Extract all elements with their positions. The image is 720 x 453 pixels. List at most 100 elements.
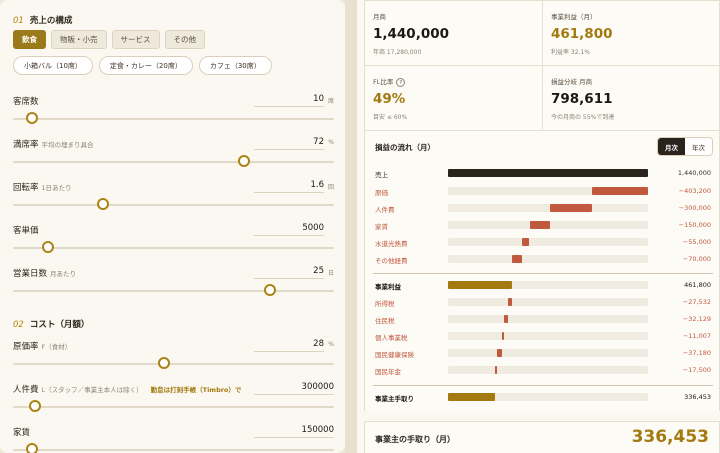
- fill-rate-input[interactable]: 72: [254, 137, 324, 150]
- waterfall-value: −11,007: [682, 332, 711, 340]
- waterfall-value: 1,440,000: [677, 169, 711, 177]
- waterfall-label: 売上: [375, 171, 388, 179]
- waterfall-value: −37,180: [682, 349, 711, 357]
- waterfall-value: −403,200: [678, 187, 711, 195]
- panel-divider[interactable]: [345, 0, 357, 453]
- waterfall-label: 国民健康保険: [375, 351, 414, 359]
- waterfall-bar: [497, 349, 503, 357]
- field-fill-rate: 満席率 平均の埋まり具合 72 %: [13, 137, 334, 178]
- waterfall-track: [448, 187, 648, 195]
- field-turnover: 回転率 1日あたり 1.6 回: [13, 180, 334, 221]
- preset-small-bar[interactable]: 小箱バル（10席）: [13, 56, 93, 75]
- section-title-cost: 02 コスト（月額）: [13, 320, 90, 330]
- preset-set-meal[interactable]: 定食・カレー（20席）: [98, 56, 193, 75]
- labor-cost-slider-handle[interactable]: [29, 400, 42, 412]
- waterfall-label: 個人事業税: [375, 334, 408, 342]
- waterfall-row: 家賃 −150,000: [365, 217, 720, 234]
- waterfall-bar: [448, 281, 513, 289]
- toggle-yearly[interactable]: 年次: [685, 138, 712, 155]
- waterfall-label: 家賃: [375, 223, 388, 231]
- owner-takehome-value: 336,453: [631, 427, 709, 447]
- business-days-slider-track[interactable]: [13, 290, 334, 292]
- waterfall-bar: [521, 238, 530, 246]
- cogs-rate-slider-handle[interactable]: [157, 357, 170, 369]
- waterfall-row: 国民健康保険 −37,180: [365, 345, 720, 362]
- waterfall-track: [448, 255, 648, 263]
- unit-price-slider-track[interactable]: [13, 247, 334, 249]
- waterfall-row: 国民年金 −17,500: [365, 362, 720, 379]
- seats-slider-handle[interactable]: [26, 112, 39, 124]
- fill-rate-slider-track[interactable]: [13, 161, 334, 163]
- waterfall-bar: [508, 298, 513, 306]
- input-panel: 01 売上の構成 飲食 物販・小売 サービス その他 小箱バル（10席） 定食・カ…: [0, 0, 345, 453]
- waterfall-row: その他経費 −70,000: [365, 251, 720, 268]
- waterfall-label: 住民税: [375, 317, 395, 325]
- tab-food[interactable]: 飲食: [13, 30, 46, 49]
- waterfall-row: 水道光熱費 −55,000: [365, 234, 720, 251]
- waterfall-label: 水道光熱費: [375, 240, 408, 248]
- turnover-slider-handle[interactable]: [96, 198, 109, 210]
- rent-input[interactable]: 150000: [254, 425, 334, 438]
- business-days-input[interactable]: 25: [254, 266, 324, 279]
- waterfall-value: −32,129: [682, 315, 711, 323]
- preset-cafe[interactable]: カフェ（30席）: [198, 56, 272, 75]
- waterfall-value: −17,500: [682, 366, 711, 374]
- cogs-rate-input[interactable]: 28: [254, 339, 324, 352]
- waterfall-label: 事業主手取り: [375, 395, 414, 403]
- tab-other[interactable]: その他: [164, 30, 205, 49]
- waterfall-value: −70,000: [682, 255, 711, 263]
- waterfall-value: 461,800: [684, 281, 711, 289]
- field-business-days: 営業日数 月あたり 25 日: [13, 266, 334, 307]
- labor-cost-input[interactable]: 300000: [254, 382, 334, 395]
- unit-price-slider-handle[interactable]: [42, 241, 55, 253]
- waterfall-track: [448, 315, 648, 323]
- waterfall-row: 住民税 −32,129: [365, 311, 720, 328]
- waterfall-bar: [529, 221, 551, 229]
- toggle-monthly[interactable]: 月次: [658, 138, 685, 155]
- waterfall-value: −300,000: [678, 204, 711, 212]
- field-rent: 家賃 150000: [13, 425, 334, 453]
- seats-slider-track[interactable]: [13, 118, 334, 120]
- waterfall-bar: [592, 187, 648, 195]
- rent-slider-track[interactable]: [13, 449, 334, 451]
- business-days-slider-handle[interactable]: [263, 284, 276, 296]
- waterfall-row: 事業主手取り 336,453: [365, 389, 720, 406]
- waterfall-value: −27,532: [682, 298, 711, 306]
- tab-retail[interactable]: 物販・小売: [51, 30, 107, 49]
- waterfall-label: 原価: [375, 189, 388, 197]
- waterfall-track: [448, 332, 648, 340]
- waterfall-label: 所得税: [375, 300, 395, 308]
- timbro-link[interactable]: 勤怠は打刻手帳（Timbro）で: [151, 386, 242, 394]
- unit-price-input[interactable]: 5000: [254, 223, 324, 236]
- help-icon[interactable]: ?: [396, 77, 406, 87]
- waterfall-track: [448, 393, 648, 401]
- waterfall-value: −55,000: [682, 238, 711, 246]
- card-monthly-revenue: 月商 1,440,000 年商 17,280,000: [365, 1, 543, 66]
- waterfall-value: −150,000: [678, 221, 711, 229]
- waterfall-track: [448, 349, 648, 357]
- tab-service[interactable]: サービス: [111, 30, 160, 49]
- field-unit-price: 客単価 5000: [13, 223, 334, 264]
- card-business-profit: 事業利益（月） 461,800 利益率 32.1%: [543, 1, 720, 66]
- waterfall-separator: [373, 385, 713, 386]
- waterfall-track: [448, 281, 648, 289]
- waterfall-row: 事業利益 461,800: [365, 277, 720, 294]
- fill-rate-slider-handle[interactable]: [238, 155, 251, 167]
- waterfall-track: [448, 298, 648, 306]
- waterfall-track: [448, 204, 648, 212]
- waterfall-separator: [373, 273, 713, 274]
- flow-title: 損益の流れ（月）: [375, 143, 435, 152]
- waterfall-track: [448, 366, 648, 374]
- cogs-rate-slider-track[interactable]: [13, 363, 334, 365]
- seats-input[interactable]: 10: [254, 94, 324, 107]
- summary-cards: 月商 1,440,000 年商 17,280,000 事業利益（月） 461,8…: [364, 0, 720, 131]
- waterfall-row: 個人事業税 −11,007: [365, 328, 720, 345]
- field-seats: 客席数 10 席: [13, 94, 334, 135]
- labor-cost-slider-track[interactable]: [13, 406, 334, 408]
- turnover-input[interactable]: 1.6: [254, 180, 324, 193]
- rent-slider-handle[interactable]: [26, 443, 39, 453]
- field-cogs-rate: 原価率 F（食材） 28 %: [13, 339, 334, 380]
- waterfall-bar: [502, 332, 505, 340]
- waterfall-row: 原価 −403,200: [365, 183, 720, 200]
- turnover-slider-track[interactable]: [13, 204, 334, 206]
